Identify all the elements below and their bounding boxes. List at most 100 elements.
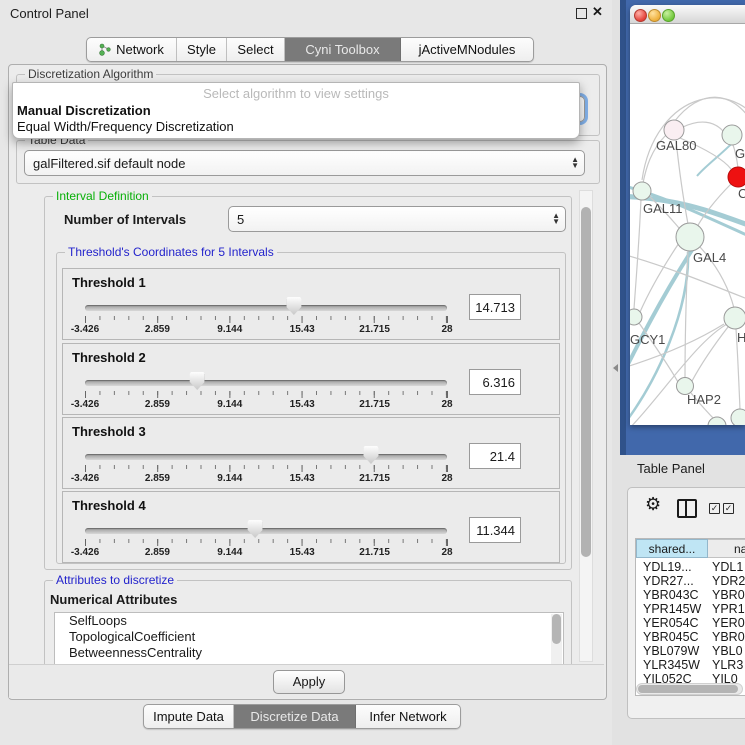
node-label: GAL80	[656, 138, 696, 153]
slider-track[interactable]	[85, 380, 447, 386]
columns-icon[interactable]	[677, 499, 697, 518]
top-tab-bar: Network Style Select Cyni Toolbox jActiv…	[86, 37, 534, 62]
tab-cyni-toolbox[interactable]: Cyni Toolbox	[285, 38, 401, 61]
tab-network[interactable]: Network	[87, 38, 177, 61]
threshold-4-slider[interactable]	[85, 520, 447, 538]
threshold-2-label: Threshold 2	[72, 350, 146, 365]
slider-track[interactable]	[85, 454, 447, 460]
scrollbar-thumb[interactable]	[552, 614, 561, 644]
list-item[interactable]: BetweennessCentrality	[55, 645, 563, 661]
slider-major-ticks	[85, 539, 448, 546]
threshold-1-label: Threshold 1	[72, 275, 146, 290]
table-row[interactable]: YDR27...YDR2	[636, 574, 745, 588]
close-traffic-light-icon[interactable]	[634, 9, 647, 22]
node-table: shared... na YDL19...YDL1 YDR27...YDR2 Y…	[635, 538, 745, 696]
close-icon[interactable]: ✕	[592, 4, 603, 20]
tab-infer-network[interactable]: Infer Network	[356, 705, 460, 728]
node-label: GA	[735, 146, 745, 161]
apply-bar: Apply	[9, 664, 604, 698]
threshold-1-panel: Threshold 1 -3.426 2.859 9.144 15.43 21.…	[62, 268, 560, 340]
threshold-2-value-field[interactable]: 6.316	[469, 369, 521, 395]
slider-tick-labels: -3.426 2.859 9.144 15.43 21.715 28	[85, 547, 447, 558]
network-canvas[interactable]: GAL80 GA C GAL11 GAL4 GCY1 H HAP2	[630, 23, 745, 425]
table-row[interactable]: YBR045CYBR0	[636, 630, 745, 644]
tab-discretize-data[interactable]: Discretize Data	[234, 705, 356, 728]
table-row[interactable]: YDL19...YDL1	[636, 560, 745, 574]
group-title: Discretization Algorithm	[25, 67, 156, 81]
tab-impute-data[interactable]: Impute Data	[144, 705, 234, 728]
threshold-3-value-field[interactable]: 21.4	[469, 443, 521, 469]
panel-resize-arrow[interactable]	[613, 364, 618, 372]
number-of-intervals-combobox[interactable]: 5 ▲▼	[228, 206, 566, 232]
node-gcy1[interactable]	[630, 309, 642, 325]
slider-track[interactable]	[85, 305, 447, 311]
table-row[interactable]: YBL079WYBL0	[636, 644, 745, 658]
tab-network-label: Network	[116, 42, 164, 57]
float-window-icon[interactable]	[576, 8, 587, 19]
checkbox-icon[interactable]: ✓	[709, 503, 720, 514]
slider-thumb[interactable]	[286, 297, 301, 315]
node-gal11[interactable]	[633, 182, 651, 200]
gear-icon[interactable]: ⚙	[645, 496, 661, 514]
node-label: GAL4	[693, 250, 726, 265]
node-top-right[interactable]	[722, 125, 742, 145]
scrollbar-thumb[interactable]	[581, 207, 591, 557]
tab-select[interactable]: Select	[227, 38, 285, 61]
dropdown-option-equal-width[interactable]: Equal Width/Frequency Discretization	[16, 119, 576, 134]
threshold-3-label: Threshold 3	[72, 424, 146, 439]
column-header-name[interactable]: na	[708, 539, 745, 558]
table-row[interactable]: YLR345WYLR3	[636, 658, 745, 672]
node-bottom[interactable]	[708, 417, 726, 425]
checkbox-icon[interactable]: ✓	[723, 503, 734, 514]
node-label: GCY1	[630, 332, 665, 347]
settings-scrollbar[interactable]	[579, 190, 593, 662]
node-label: C	[738, 186, 745, 201]
combo-arrows-icon: ▲▼	[571, 151, 579, 175]
edge	[674, 97, 745, 122]
attributes-list[interactable]: SelfLoops TopologicalCoefficient Between…	[54, 612, 564, 666]
threshold-4-value-field[interactable]: 11.344	[469, 517, 521, 543]
threshold-1-value-field[interactable]: 14.713	[469, 294, 521, 320]
slider-track[interactable]	[85, 528, 447, 534]
dropdown-prompt: Select algorithm to view settings	[13, 86, 579, 101]
minimize-traffic-light-icon[interactable]	[648, 9, 661, 22]
slider-thumb[interactable]	[190, 372, 205, 390]
threshold-4-label: Threshold 4	[72, 498, 146, 513]
table-row[interactable]: YBR043CYBR0	[636, 588, 745, 602]
node-gal4[interactable]	[676, 223, 704, 251]
list-scrollbar[interactable]	[551, 614, 562, 664]
table-data-combobox[interactable]: galFiltered.sif default node ▲▼	[24, 150, 585, 176]
dropdown-option-manual[interactable]: Manual Discretization	[16, 103, 576, 118]
slider-tick-labels: -3.426 2.859 9.144 15.43 21.715 28	[85, 324, 447, 335]
node-selected-red[interactable]	[728, 167, 745, 187]
list-item[interactable]: SelfLoops	[55, 613, 563, 629]
column-header-shared-name[interactable]: shared...	[636, 539, 708, 558]
threshold-2-slider[interactable]	[85, 372, 447, 390]
zoom-traffic-light-icon[interactable]	[662, 9, 675, 22]
table-horizontal-scrollbar[interactable]	[636, 683, 743, 695]
network-icon	[99, 43, 111, 56]
scrollbar-thumb[interactable]	[638, 685, 738, 693]
edge	[692, 327, 728, 381]
tab-style[interactable]: Style	[177, 38, 227, 61]
threshold-1-slider[interactable]	[85, 297, 447, 315]
group-title: Attributes to discretize	[53, 573, 177, 587]
apply-button[interactable]: Apply	[273, 670, 345, 694]
number-of-intervals-label: Number of Intervals	[64, 212, 186, 227]
slider-thumb[interactable]	[363, 446, 378, 464]
node-right-mid[interactable]	[724, 307, 745, 329]
combo-arrows-icon: ▲▼	[552, 207, 560, 231]
slider-thumb[interactable]	[248, 520, 263, 538]
node-gal80[interactable]	[664, 120, 684, 140]
node-bottom-right[interactable]	[731, 409, 745, 425]
threshold-3-slider[interactable]	[85, 446, 447, 464]
bottom-tab-bar: Impute Data Discretize Data Infer Networ…	[143, 704, 461, 729]
threshold-3-panel: Threshold 3 -3.426 2.859 9.144 15.43 21.…	[62, 417, 560, 489]
table-row[interactable]: YPR145WYPR1	[636, 602, 745, 616]
network-window-titlebar[interactable]	[630, 5, 745, 24]
table-data-value: galFiltered.sif default node	[33, 156, 185, 171]
table-row[interactable]: YER054CYER0	[636, 616, 745, 630]
slider-major-ticks	[85, 391, 448, 398]
list-item[interactable]: TopologicalCoefficient	[55, 629, 563, 645]
tab-jactivemnodules[interactable]: jActiveMNodules	[401, 38, 533, 61]
